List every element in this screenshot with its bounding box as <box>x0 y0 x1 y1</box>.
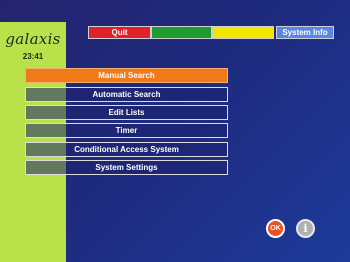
quit-button[interactable]: Quit <box>88 26 151 39</box>
system-info-button[interactable]: System Info <box>276 26 334 39</box>
menu-item-manual-search[interactable]: Manual Search <box>25 68 228 83</box>
menu-item-timer[interactable]: Timer <box>25 123 228 138</box>
menu-item-edit-lists[interactable]: Edit Lists <box>25 105 228 120</box>
yellow-button[interactable] <box>212 26 274 39</box>
clock: 23:41 <box>22 52 44 61</box>
menu-item-system-settings[interactable]: System Settings <box>25 160 228 175</box>
menu-item-automatic-search[interactable]: Automatic Search <box>25 87 228 102</box>
brand-logo: galaxis <box>5 30 61 48</box>
ok-button[interactable]: OK <box>266 219 285 238</box>
info-icon[interactable]: i <box>296 219 315 238</box>
green-button[interactable] <box>151 26 212 39</box>
menu-item-conditional-access-system[interactable]: Conditional Access System <box>25 142 228 157</box>
